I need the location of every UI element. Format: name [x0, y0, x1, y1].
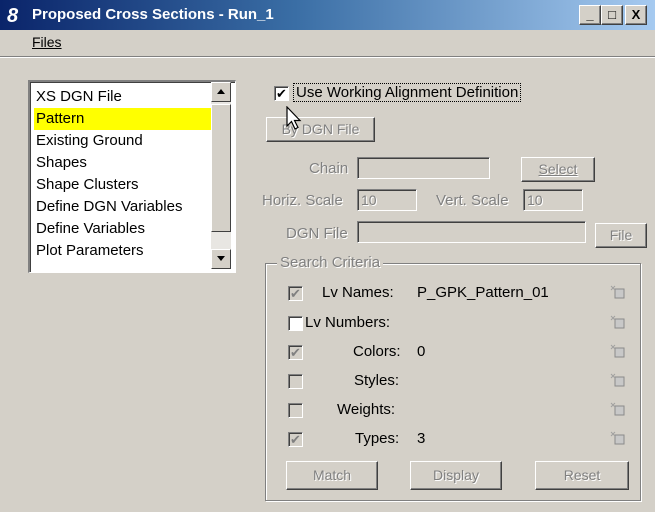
list-item-plot-parameters[interactable]: Plot Parameters: [34, 240, 213, 262]
lv-numbers-checkbox[interactable]: [288, 316, 303, 331]
pick-element-icon[interactable]: [609, 431, 627, 445]
weights-label: Weights:: [337, 401, 396, 418]
use-working-alignment-label[interactable]: Use Working Alignment Definition: [293, 83, 522, 102]
menu-files[interactable]: Files: [32, 34, 62, 50]
list-item-define-variables[interactable]: Define Variables: [34, 218, 213, 240]
display-button[interactable]: Display: [410, 461, 502, 490]
list-item-existing-ground[interactable]: Existing Ground: [34, 130, 213, 152]
menu-files-label: Files: [32, 34, 62, 50]
list-item-define-dgn-variables[interactable]: Define DGN Variables: [34, 196, 213, 218]
maximize-icon: □: [608, 7, 616, 22]
chain-field[interactable]: [357, 157, 490, 179]
vert-scale-label: Vert. Scale: [436, 192, 509, 209]
pick-element-icon[interactable]: [609, 373, 627, 387]
styles-checkbox[interactable]: [288, 374, 303, 389]
dgn-file-field[interactable]: [357, 221, 586, 243]
arrow-up-icon: [217, 89, 225, 94]
lv-numbers-label: Lv Numbers:: [305, 314, 391, 331]
menu-bar: Files: [0, 30, 655, 56]
microstation-logo-icon: 8: [7, 5, 19, 25]
scroll-thumb[interactable]: [211, 104, 231, 232]
match-button[interactable]: Match: [286, 461, 378, 490]
horiz-scale-field[interactable]: 10: [357, 189, 417, 211]
reset-button[interactable]: Reset: [535, 461, 629, 490]
vert-scale-field[interactable]: 10: [523, 189, 583, 211]
window-title: Proposed Cross Sections - Run_1: [32, 6, 274, 23]
checkmark-icon: ✔: [290, 345, 301, 360]
colors-value: 0: [417, 343, 426, 360]
minimize-button[interactable]: _: [579, 5, 601, 25]
pick-element-icon[interactable]: [609, 285, 627, 299]
list-item-pattern[interactable]: Pattern: [34, 108, 213, 130]
select-button-label: Select: [538, 161, 578, 177]
maximize-button[interactable]: □: [601, 5, 623, 25]
arrow-down-icon: [217, 256, 225, 261]
lv-names-value: P_GPK_Pattern_01: [417, 284, 549, 301]
by-dgn-file-button[interactable]: By DGN File: [266, 117, 375, 142]
pick-element-icon[interactable]: [609, 315, 627, 329]
types-value: 3: [417, 430, 426, 447]
minimize-icon: _: [586, 7, 594, 22]
menu-separator: [0, 56, 655, 58]
search-criteria-title: Search Criteria: [277, 254, 384, 271]
horiz-scale-label: Horiz. Scale: [262, 192, 343, 209]
pick-element-icon[interactable]: [609, 402, 627, 416]
close-icon: X: [631, 7, 641, 22]
mouse-cursor-icon: [286, 106, 302, 130]
list-item-shapes[interactable]: Shapes: [34, 152, 213, 174]
chain-label: Chain: [309, 160, 349, 177]
title-bar[interactable]: 8 Proposed Cross Sections - Run_1 _ □ X: [0, 0, 655, 30]
file-button[interactable]: File: [595, 223, 647, 248]
dgn-file-label: DGN File: [286, 225, 348, 242]
svg-text:8: 8: [7, 5, 19, 25]
lv-names-label: Lv Names:: [322, 284, 394, 301]
pick-element-icon[interactable]: [609, 344, 627, 358]
select-button[interactable]: Select: [521, 157, 595, 182]
weights-checkbox[interactable]: [288, 403, 303, 418]
scroll-up-button[interactable]: [211, 82, 231, 102]
colors-checkbox[interactable]: ✔: [288, 345, 303, 360]
list-scrollbar[interactable]: [211, 82, 231, 269]
close-button[interactable]: X: [625, 5, 647, 25]
styles-label: Styles:: [354, 372, 400, 389]
use-working-alignment-checkbox[interactable]: ✔: [274, 86, 289, 101]
checkmark-icon: ✔: [290, 432, 301, 447]
category-list[interactable]: XS DGN File Pattern Existing Ground Shap…: [28, 80, 236, 273]
list-item-shape-clusters[interactable]: Shape Clusters: [34, 174, 213, 196]
colors-label: Colors:: [353, 343, 401, 360]
checkmark-icon: ✔: [276, 86, 287, 101]
lv-names-checkbox[interactable]: ✔: [288, 286, 303, 301]
list-item-xs-dgn-file[interactable]: XS DGN File: [34, 86, 213, 108]
scroll-down-button[interactable]: [211, 249, 231, 269]
checkmark-icon: ✔: [290, 286, 301, 301]
types-label: Types:: [355, 430, 400, 447]
types-checkbox[interactable]: ✔: [288, 432, 303, 447]
